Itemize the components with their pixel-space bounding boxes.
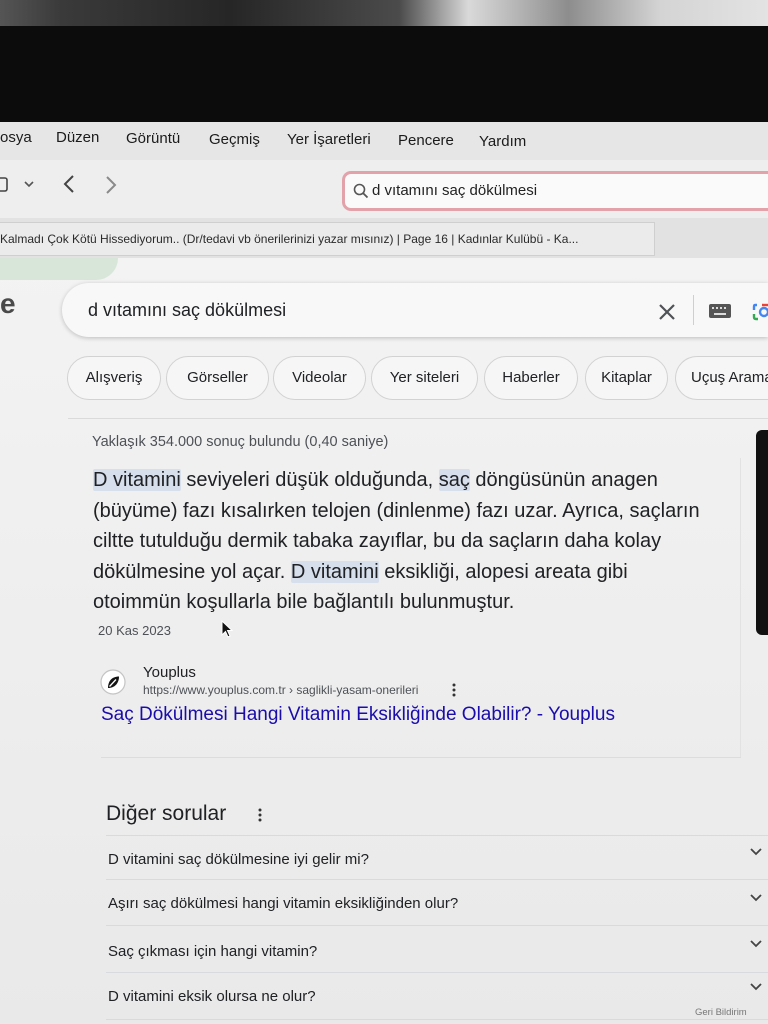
question-row[interactable]: D vitamini saç dökülmesine iyi gelir mi? <box>106 835 768 880</box>
question-row[interactable]: Aşırı saç dökülmesi hangi vitamin eksikl… <box>106 879 768 926</box>
menu-edit[interactable]: Düzen <box>56 129 99 147</box>
search-input[interactable]: d vıtamını saç dökülmesi <box>88 283 286 337</box>
people-also-ask-heading: Diğer sorular <box>106 802 227 825</box>
result-title-link[interactable]: Saç Dökülmesi Hangi Vitamin Eksikliğinde… <box>101 703 615 727</box>
photographed-laptop-screen: osya Düzen Görüntü Geçmiş Yer İşaretleri… <box>0 0 768 1024</box>
source-url[interactable]: https://www.youplus.com.tr › saglikli-ya… <box>143 683 418 697</box>
search-results-page: e d vıtamını saç dökülmesi Alışveriş Gör… <box>0 258 768 1024</box>
tab-active[interactable]: Kalmadı Çok Kötü Hissediyorum.. (Dr/teda… <box>0 222 655 256</box>
snippet-date: 20 Kas 2023 <box>98 623 172 638</box>
search-box[interactable]: d vıtamını saç dökülmesi <box>62 283 768 337</box>
question-text: D vitamini eksik olursa ne olur? <box>108 988 316 1005</box>
snippet-term: D vitamini <box>93 469 181 491</box>
feedback-link[interactable]: Geri Bildirim <box>695 1007 747 1018</box>
snippet-term: saç <box>438 469 470 491</box>
snippet-card-divider <box>101 757 741 758</box>
menu-view[interactable]: Görüntü <box>126 130 180 148</box>
menu-bookmarks[interactable]: Yer İşaretleri <box>287 131 371 149</box>
mouse-cursor-icon <box>221 620 233 638</box>
chevron-down-icon[interactable] <box>24 180 34 188</box>
chip-books[interactable]: Kitaplar <box>585 356 668 400</box>
filter-chips: Alışveriş Görseller Videolar Yer siteler… <box>0 356 768 400</box>
chip-videos[interactable]: Videolar <box>273 356 366 400</box>
chevron-right-icon[interactable] <box>104 175 118 195</box>
featured-snippet-text: D vitamini seviyeleri düşük olduğunda, s… <box>93 465 721 618</box>
people-also-ask-list: D vitamini saç dökülmesine iyi gelir mi?… <box>106 835 768 1020</box>
snippet-card-border <box>740 458 741 758</box>
chevron-left-icon[interactable] <box>62 174 76 194</box>
address-bar[interactable]: d vıtamını saç dökülmesi <box>342 171 768 211</box>
chip-places[interactable]: Yer siteleri <box>371 356 478 400</box>
chip-images[interactable]: Görseller <box>166 356 269 400</box>
background-room-photo <box>0 0 768 26</box>
camera-lens-icon[interactable] <box>752 300 768 324</box>
tab-bar: Kalmadı Çok Kötü Hissediyorum.. (Dr/teda… <box>0 218 768 258</box>
more-vert-icon[interactable] <box>452 683 456 697</box>
app-menu-bar: osya Düzen Görüntü Geçmiş Yer İşaretleri… <box>0 122 768 160</box>
right-edge-shadow <box>756 430 768 635</box>
question-text: Saç çıkması için hangi vitamin? <box>108 943 318 960</box>
chip-shopping[interactable]: Alışveriş <box>67 356 161 400</box>
search-box-divider <box>693 295 694 325</box>
more-vert-icon[interactable] <box>258 808 262 822</box>
chevron-down-icon[interactable] <box>750 940 762 948</box>
youplus-logo-icon[interactable] <box>100 669 126 695</box>
chip-flights[interactable]: Uçuş Arama <box>675 356 768 400</box>
menu-file[interactable]: osya <box>0 129 32 147</box>
tab-title: Kalmadı Çok Kötü Hissediyorum.. (Dr/teda… <box>0 232 579 246</box>
chevron-down-icon[interactable] <box>750 983 762 991</box>
chevron-down-icon[interactable] <box>750 894 762 902</box>
menu-history[interactable]: Geçmiş <box>209 131 260 149</box>
source-name[interactable]: Youplus <box>143 664 196 682</box>
question-row[interactable]: D vitamini eksik olursa ne olur? <box>106 972 768 1020</box>
question-text: Aşırı saç dökülmesi hangi vitamin eksikl… <box>108 895 459 912</box>
chips-divider <box>68 418 768 419</box>
keyboard-icon[interactable] <box>709 304 731 318</box>
snippet-text: seviyeleri düşük olduğunda, <box>180 469 439 491</box>
google-logo[interactable]: e <box>0 288 16 320</box>
address-bar-text[interactable]: d vıtamını saç dökülmesi <box>372 174 537 208</box>
snippet-term: D vitamini <box>290 560 379 583</box>
question-text: D vitamini saç dökülmesine iyi gelir mi? <box>108 851 369 868</box>
chip-news[interactable]: Haberler <box>484 356 578 400</box>
result-stats: Yaklaşık 354.000 sonuç bulundu (0,40 san… <box>92 434 389 450</box>
question-row[interactable]: Saç çıkması için hangi vitamin? <box>106 925 768 973</box>
search-icon <box>353 183 369 199</box>
page-top-accent <box>0 258 118 280</box>
browser-toolbar: d vıtamını saç dökülmesi <box>0 160 768 218</box>
menu-window[interactable]: Pencere <box>398 132 454 150</box>
sidebar-icon[interactable] <box>0 177 8 193</box>
close-icon[interactable] <box>658 303 676 321</box>
chevron-down-icon[interactable] <box>750 848 762 856</box>
menu-help[interactable]: Yardım <box>479 133 526 151</box>
